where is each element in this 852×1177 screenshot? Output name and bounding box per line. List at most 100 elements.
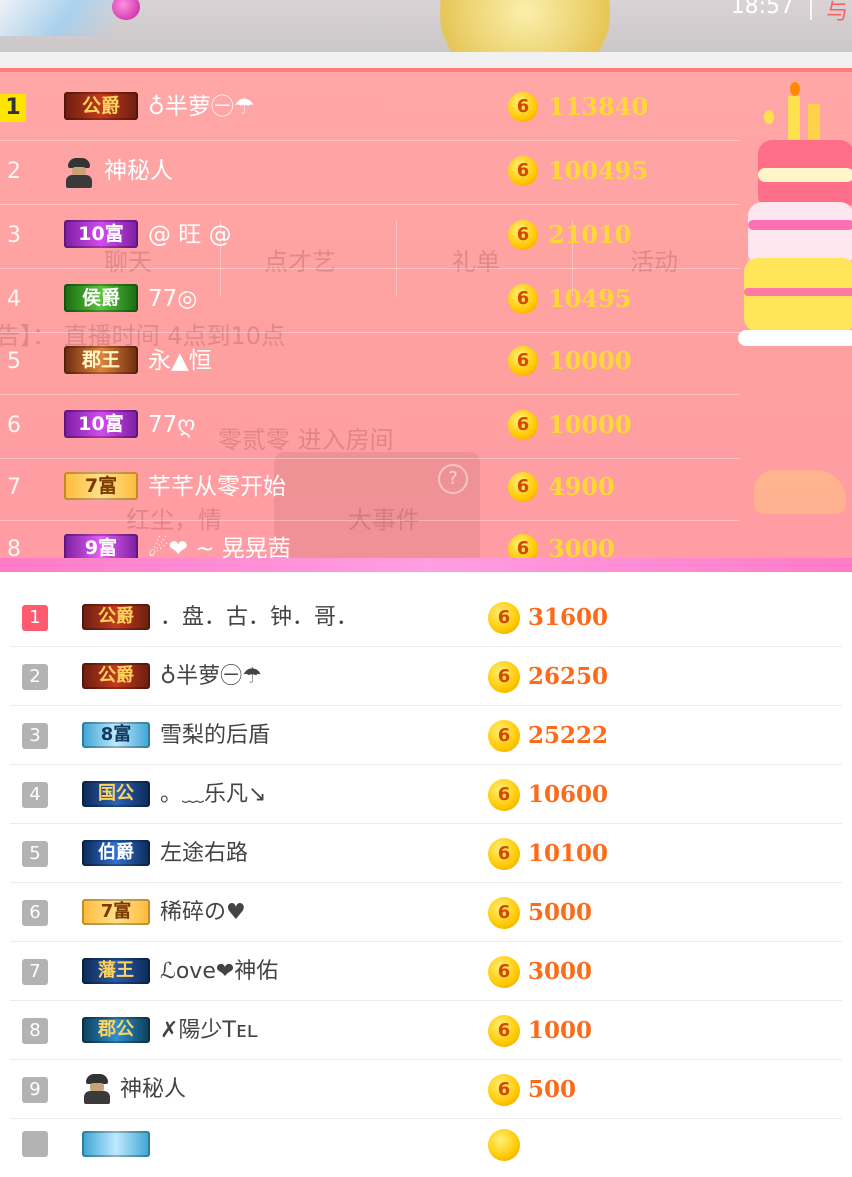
rank-number [22,1131,48,1157]
rank-number: 6 [7,413,21,438]
rank-badge: 10富 [64,410,138,438]
rank-badge: 郡公 [82,1017,150,1043]
user-name: 雪梨的后盾 [160,723,271,748]
rank-number: 8 [22,1018,48,1044]
contribution-value: 25222 [528,722,609,749]
coin-icon: 6 [508,220,538,250]
list-row[interactable]: 9 神秘人 6 500 [10,1060,842,1119]
list-row[interactable]: 4 国公 。﹏乐凡↘ 6 10600 [10,765,842,824]
rank-number: 4 [7,287,21,312]
top-list-row[interactable]: 4 侯爵 77◎ 6 10495 [0,270,740,333]
rank-badge: 7富 [64,472,138,500]
top-background-strip: 18:57 与 [0,0,852,52]
list-row[interactable]: 6 7富 稀碎の♥ 6 5000 [10,883,842,942]
rank-number: 9 [22,1077,48,1103]
contribution-value: 1000 [528,1017,593,1044]
contribution-value: 31600 [528,604,609,631]
star-decoration [440,0,610,52]
rank-badge: 7富 [82,899,150,925]
coin-icon: 6 [508,156,538,186]
user-name: ✗陽少Tᴇʟ [160,1018,258,1043]
contribution-value: 100495 [548,156,649,185]
user-name: ℒove❤神佑 [160,959,279,984]
user-name: ．盘．古．钟．哥． [160,605,359,630]
user-name: 稀碎の♥ [160,900,246,925]
list-row-partial[interactable] [10,1119,842,1177]
top-list-row[interactable]: 5 郡王 永▲恒 6 10000 [0,332,740,395]
rank-number: 7 [22,959,48,985]
coin-icon: 6 [488,1074,520,1106]
list-row[interactable]: 5 伯爵 左途右路 6 10100 [10,824,842,883]
contribution-value: 3000 [528,958,593,985]
list-row[interactable]: 7 藩王 ℒove❤神佑 6 3000 [10,942,842,1001]
coin-icon: 6 [508,284,538,314]
rank-number: 1 [0,94,26,122]
rank-badge: 国公 [82,781,150,807]
clock-time: 18:57 [730,0,794,19]
list-row[interactable]: 2 公爵 ♁半萝㊀☂ 6 26250 [10,647,842,706]
rank-badge: 侯爵 [64,284,138,312]
user-name: 神秘人 [104,158,173,184]
coin-icon: 6 [488,720,520,752]
car-icon [754,470,846,514]
rank-number: 5 [22,841,48,867]
rank-badge: 郡王 [64,346,138,374]
contribution-value: 21010 [548,220,632,249]
status-divider [810,0,812,20]
rank-badge: 伯爵 [82,840,150,866]
user-name: 77◎ [148,286,198,312]
rank-number: 1 [22,605,48,631]
birthday-cake-icon [738,82,852,382]
user-name: 永▲恒 [148,348,212,374]
rank-number: 7 [7,475,21,500]
user-name: 左途右路 [160,841,249,866]
coin-icon: 6 [508,410,538,440]
rank-number: 3 [7,223,21,248]
list-row[interactable]: 3 8富 雪梨的后盾 6 25222 [10,706,842,765]
rank-badge: 藩王 [82,958,150,984]
list-row[interactable]: 1 公爵 ．盘．古．钟．哥． 6 31600 [10,588,842,647]
list-row[interactable]: 8 郡公 ✗陽少Tᴇʟ 6 1000 [10,1001,842,1060]
contribution-value: 113840 [548,92,649,121]
top-list-row[interactable]: 1 公爵 ♁半萝㊀☂ 6 113840 [0,78,740,141]
contribution-value: 4900 [548,472,615,501]
coin-icon: 6 [488,897,520,929]
coin-icon: 6 [488,838,520,870]
rank-number: 6 [22,900,48,926]
contribution-value: 10100 [528,840,609,867]
coin-icon: 6 [488,1015,520,1047]
rank-number: 5 [7,349,21,374]
rank-number: 3 [22,723,48,749]
rank-badge: 公爵 [64,92,138,120]
rank-badge [82,1131,150,1157]
user-name: 77ღ [148,412,196,438]
rank-number: 2 [7,159,21,184]
panel-bottom-edge [0,558,852,572]
coin-icon: 6 [488,956,520,988]
coin-icon: 6 [488,661,520,693]
gem-icon [112,0,140,20]
header-divider-band [0,52,852,68]
contribution-value: 500 [528,1076,577,1103]
contribution-value: 10495 [548,284,632,313]
contribution-value: 10000 [548,410,632,439]
light-streak-decoration [0,0,129,36]
mystery-user-icon [64,158,94,188]
top-ranking-panel: 聊天 点才艺 礼单 活动 告】： 直播时间 4点到10点 零贰零 进入房间 红尘… [0,68,852,572]
user-name: 芊芊从零开始 [148,474,286,500]
user-name: 神秘人 [120,1077,187,1102]
coin-icon: 6 [488,602,520,634]
user-name: 。﹏乐凡↘ [160,782,267,807]
contribution-value: 10600 [528,781,609,808]
coin-icon: 6 [488,779,520,811]
top-list-row[interactable]: 7 7富 芊芊从零开始 6 4900 [0,458,740,521]
follow-button[interactable]: 与 [826,0,848,26]
mystery-user-icon [82,1074,112,1104]
coin-icon: 6 [508,346,538,376]
top-list-row[interactable]: 2 神秘人 6 100495 [0,142,740,205]
top-list-row[interactable]: 6 10富 77ღ 6 10000 [0,396,740,459]
user-name: ♁半萝㊀☂ [148,94,255,120]
top-list-row[interactable]: 3 10富 @ 旺 @ 6 21010 [0,206,740,269]
coin-icon: 6 [508,92,538,122]
user-name: @ 旺 @ [148,222,232,248]
